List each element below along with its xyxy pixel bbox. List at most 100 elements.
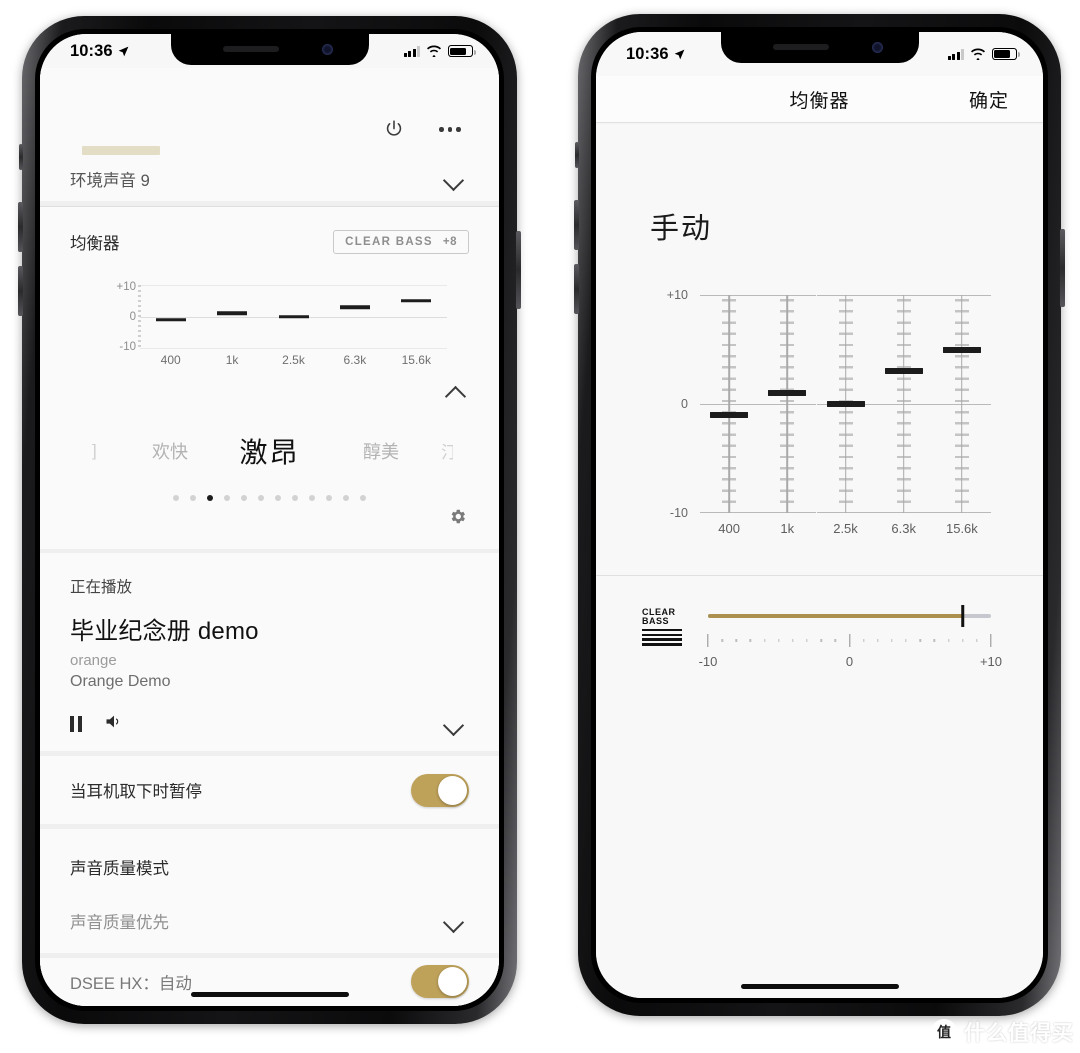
eq-band-thumb[interactable] — [768, 390, 807, 397]
clear-bass-logo-bars — [642, 628, 682, 646]
clear-bass-minor-tick — [891, 639, 893, 642]
eq-band-thumb[interactable] — [826, 401, 865, 407]
power-icon[interactable] — [381, 116, 407, 142]
clear-bass-minor-tick — [735, 639, 737, 642]
clear-bass-major-tick — [707, 634, 709, 647]
clear-bass-min-label: -10 — [698, 654, 718, 669]
eq-band-slider[interactable] — [815, 295, 877, 513]
clear-bass-minor-tick — [763, 639, 766, 642]
volume-up-button[interactable] — [18, 202, 23, 252]
status-time: 10:36 — [626, 44, 669, 63]
chevron-up-icon[interactable] — [445, 381, 467, 403]
eq-band-thumb[interactable] — [884, 368, 923, 375]
pause-icon[interactable] — [70, 716, 82, 733]
clear-bass-minor-tick — [749, 639, 752, 642]
pause-on-removal-toggle[interactable] — [411, 773, 469, 807]
clear-bass-ticks — [707, 634, 992, 648]
eq-ytick-mid: 0 — [681, 397, 688, 411]
pause-on-removal-label: 当耳机取下时暂停 — [70, 783, 202, 802]
mini-tick-column — [138, 284, 141, 349]
power-button[interactable] — [516, 231, 521, 309]
equalizer-sliders[interactable]: +10 0 -10 400 1k 2.5k 6.3k 15.6k — [596, 283, 1043, 536]
clear-bass-minor-tick — [721, 639, 723, 642]
preset-current[interactable]: 激昂 — [239, 431, 299, 471]
ambient-slider-peek[interactable] — [40, 146, 499, 158]
pause-on-removal-row[interactable]: 当耳机取下时暂停 — [40, 755, 499, 825]
more-options-icon[interactable] — [437, 116, 463, 142]
clear-bass-minor-tick — [976, 639, 978, 642]
eq-band-slider[interactable] — [756, 295, 818, 513]
equalizer-header: 均衡器 CLEAR BASS +8 — [40, 223, 499, 261]
clear-bass-thumb[interactable] — [960, 605, 965, 627]
clear-bass-minor-tick — [919, 639, 921, 642]
eq-band-thumb[interactable] — [942, 346, 981, 353]
clear-bass-minor-tick — [806, 639, 808, 642]
equalizer-collapse-row — [40, 379, 499, 415]
preset-far-right[interactable]: 汀 — [441, 438, 453, 463]
battery-icon — [448, 45, 476, 58]
now-playing-kicker: 正在播放 — [70, 579, 133, 597]
home-indicator[interactable] — [190, 992, 349, 997]
mini-chart-x-label: 6.3k — [343, 352, 367, 367]
sound-quality-value: 声音质量优先 — [70, 914, 169, 933]
playback-buttons — [70, 713, 124, 735]
status-time: 10:36 — [70, 41, 113, 60]
ambient-slider-track — [82, 146, 160, 156]
ambient-sound-row[interactable]: 环境声音 9 — [40, 157, 499, 201]
eq-band-thumb[interactable] — [710, 411, 749, 418]
wifi-icon — [427, 45, 441, 58]
clear-bass-badge-label: CLEAR BASS — [345, 235, 433, 248]
toggle-knob — [438, 967, 467, 997]
mini-band-marker — [401, 298, 432, 303]
eq-band-slider[interactable] — [698, 295, 760, 513]
equalizer-card: 均衡器 CLEAR BASS +8 +10 0 -10 400 1k 2.5k … — [40, 205, 499, 549]
chevron-down-icon[interactable] — [443, 713, 465, 735]
status-time-group: 10:36 — [70, 42, 130, 61]
volume-down-button[interactable] — [18, 266, 23, 316]
mini-chart-x-label: 2.5k — [282, 352, 305, 367]
clear-bass-minor-tick — [947, 639, 950, 642]
home-indicator[interactable] — [740, 984, 899, 989]
eq-band-slider[interactable] — [873, 295, 935, 513]
mini-equalizer-chart[interactable]: +10 0 -10 400 1k 2.5k 6.3k 15.6k — [40, 275, 499, 375]
left-app-body: 10:36 环境声音 9 均衡器 CLEAR BASS +8 +10 0 -10… — [40, 34, 499, 1006]
mini-band-marker — [339, 305, 370, 309]
preset-left[interactable]: 欢快 — [152, 438, 188, 464]
eq-band-rail — [902, 295, 905, 513]
confirm-button[interactable]: 确定 — [969, 86, 1009, 113]
right-phone-bezel: 10:36 均衡器 确定 手动 +10 0 -10 400 1k 2.5k 6.… — [591, 27, 1048, 1003]
preset-far-left[interactable]: ] — [92, 441, 104, 461]
preset-carousel[interactable]: ] 欢快 激昂 醇美 汀 — [40, 415, 499, 487]
power-button[interactable] — [1060, 229, 1065, 307]
chevron-down-icon[interactable] — [443, 168, 465, 190]
clear-bass-max-label: +10 — [979, 654, 1003, 669]
screenshot-stage: 10:36 环境声音 9 均衡器 CLEAR BASS +8 +10 0 -10… — [0, 0, 1080, 1053]
sound-quality-select[interactable]: 声音质量优先 — [40, 889, 499, 953]
left-status-bar: 10:36 — [40, 34, 499, 68]
silent-switch[interactable] — [19, 144, 23, 170]
right-phone-screen: 10:36 均衡器 确定 手动 +10 0 -10 400 1k 2.5k 6.… — [596, 32, 1043, 998]
cellular-signal-icon — [403, 45, 420, 57]
volume-down-button[interactable] — [574, 264, 579, 314]
clear-bass-badge[interactable]: CLEAR BASS +8 — [333, 229, 469, 254]
right-status-bar: 10:36 — [596, 32, 1043, 76]
silent-switch[interactable] — [575, 142, 579, 168]
dsee-row[interactable]: DSEE HX：自动 — [40, 957, 499, 1006]
preset-right[interactable]: 醇美 — [363, 438, 399, 464]
watermark-text: 什么值得买 — [964, 1022, 1074, 1045]
clear-bass-slider[interactable]: -10 0 +10 — [699, 602, 1002, 672]
clear-bass-track[interactable] — [708, 605, 991, 627]
gear-icon[interactable] — [448, 507, 467, 531]
volume-icon[interactable] — [104, 713, 124, 735]
equalizer-settings-row — [40, 501, 499, 549]
chevron-down-icon[interactable] — [443, 910, 465, 932]
clear-bass-major-tick — [848, 634, 851, 647]
eq-band-rail — [786, 295, 789, 513]
dsee-toggle[interactable] — [411, 965, 469, 999]
preset-pagination-dots[interactable] — [40, 487, 499, 501]
volume-up-button[interactable] — [574, 200, 579, 250]
left-phone-bezel: 10:36 环境声音 9 均衡器 CLEAR BASS +8 +10 0 -10… — [35, 29, 504, 1011]
now-playing-album: Orange Demo — [70, 673, 171, 691]
eq-band-slider[interactable] — [931, 295, 993, 513]
clear-bass-mid-label: 0 — [845, 654, 854, 669]
